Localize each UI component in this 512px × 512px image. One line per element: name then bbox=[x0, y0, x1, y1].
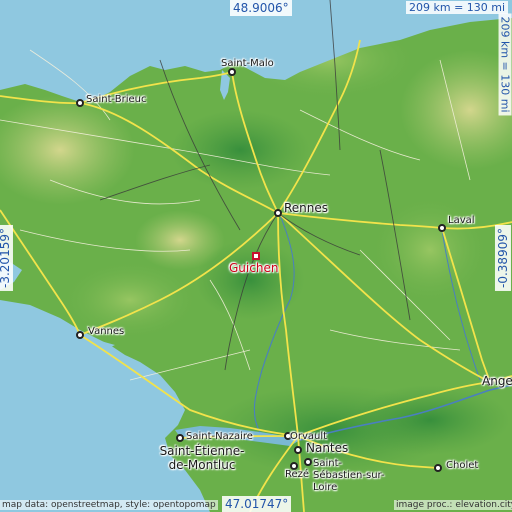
city-label-saint-sebastien: Saint-Sébastien-sur-Loire bbox=[313, 458, 393, 494]
city-marker-saint-sebastien[interactable] bbox=[304, 458, 312, 466]
city-label-reze: Rezé bbox=[285, 469, 310, 480]
city-marker-nantes[interactable] bbox=[294, 446, 302, 454]
city-label-saint-malo: Saint-Malo bbox=[221, 58, 274, 69]
city-marker-rennes[interactable] bbox=[274, 209, 282, 217]
coord-south: 47.01747° bbox=[222, 496, 292, 512]
scale-vertical: 209 km = 130 mi bbox=[498, 13, 512, 116]
coord-north: 48.9006° bbox=[230, 0, 292, 16]
city-label-saint-nazaire: Saint-Nazaire bbox=[186, 431, 253, 442]
coord-west: -3.20159° bbox=[0, 225, 13, 291]
place-label-guichen: Guichen bbox=[229, 261, 279, 275]
city-label-cholet: Cholet bbox=[446, 460, 479, 471]
coord-east: -0.38909° bbox=[494, 225, 511, 291]
image-processing-credit: image proc.: elevation.city bbox=[394, 500, 512, 510]
city-label-angers: Angers bbox=[482, 374, 512, 388]
city-marker-saint-nazaire[interactable] bbox=[176, 434, 184, 442]
scale-horizontal: 209 km = 130 mi bbox=[406, 1, 509, 14]
city-label-saint-etienne-text: Saint-Étienne-de-Montluc bbox=[159, 444, 245, 472]
city-label-saint-sebastien-text: Saint-Sébastien-sur-Loire bbox=[313, 458, 385, 493]
map-data-credit: map data: openstreetmap, style: opentopo… bbox=[0, 500, 218, 510]
city-label-saint-etienne-de-montluc: Saint-Étienne-de-Montluc bbox=[152, 444, 252, 472]
city-label-nantes: Nantes bbox=[306, 441, 349, 455]
city-marker-vannes[interactable] bbox=[76, 331, 84, 339]
city-label-vannes: Vannes bbox=[88, 326, 125, 337]
city-marker-saint-malo[interactable] bbox=[228, 68, 236, 76]
city-label-saint-brieuc: Saint-Brieuc bbox=[86, 94, 147, 105]
place-marker-guichen[interactable] bbox=[252, 252, 260, 260]
city-marker-saint-brieuc[interactable] bbox=[76, 99, 84, 107]
city-marker-laval[interactable] bbox=[438, 224, 446, 232]
map-view[interactable]: Saint-Malo Saint-Brieuc Rennes Laval Van… bbox=[0, 0, 512, 512]
city-marker-cholet[interactable] bbox=[434, 464, 442, 472]
city-label-laval: Laval bbox=[448, 215, 475, 226]
city-label-rennes: Rennes bbox=[284, 201, 329, 215]
